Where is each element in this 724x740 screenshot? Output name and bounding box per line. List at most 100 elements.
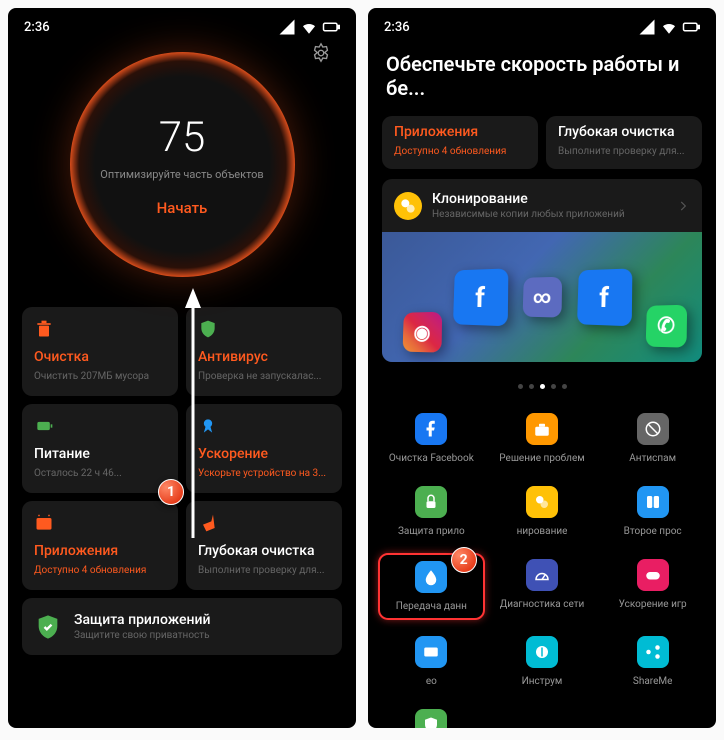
dot (551, 384, 556, 389)
tool-screw[interactable]: Инструм (489, 630, 596, 693)
tool-label: ShareMe (633, 676, 673, 687)
card-subtitle: Выполните проверку для... (198, 565, 330, 576)
clone-icon (526, 486, 558, 518)
card-title: Питание (34, 446, 166, 462)
game-icon (637, 559, 669, 591)
dial-icon (526, 559, 558, 591)
toolbox-icon (526, 413, 558, 445)
card-battery[interactable]: Питание Осталось 22 ч 46... 1 (22, 404, 178, 493)
tool-clone[interactable]: нирование (489, 480, 596, 543)
card-title: Приложения (394, 124, 526, 140)
score-message: Оптимизируйте часть объектов (100, 168, 263, 181)
tool-label: Очистка Facebook (389, 453, 474, 464)
tool-label: ео (426, 676, 437, 687)
score-action-button[interactable]: Начать (157, 199, 208, 217)
card-title: Очистка (34, 349, 166, 365)
top-cards: Приложения Доступно 4 обновления Глубока… (368, 116, 716, 169)
card-title: Глубокая очистка (558, 124, 690, 140)
card-cleanup[interactable]: Очистка Очистить 207МБ мусора (22, 307, 178, 396)
card-subtitle: Доступно 4 обновления (34, 565, 166, 576)
promo-visual: ◉ f ∞ f ✆ (382, 232, 702, 362)
promo-sub: Независимые копии любых приложений (432, 209, 666, 220)
tool-game[interactable]: Ускорение игр (599, 553, 706, 620)
shield-check-icon (34, 613, 62, 641)
instagram-icon: ◉ (403, 312, 443, 353)
privacy-icon (415, 709, 447, 728)
card-subtitle: Очистить 207МБ мусора (34, 371, 166, 382)
score-circle[interactable]: 75 Оптимизируйте часть объектов Начать (70, 52, 295, 277)
card-boost[interactable]: Ускорение Ускорьте устройство на 3... (186, 404, 342, 493)
tool-label: нирование (517, 526, 568, 537)
gear-icon (310, 42, 332, 64)
wifi-icon (660, 18, 678, 36)
promo-title: Клонирование (432, 191, 666, 207)
facebook-icon: f (577, 268, 632, 326)
step-badge-2: 2 (451, 547, 477, 573)
trash-icon (34, 319, 54, 339)
card-deep-clean[interactable]: Глубокая очистка Выполните проверку для.… (546, 116, 702, 169)
tool-block[interactable]: Антиспам (599, 407, 706, 470)
banner-sub: Защитите свою приватность (74, 630, 330, 641)
tool-label: Второе прос (624, 526, 682, 537)
link-icon: ∞ (523, 277, 563, 318)
signal-icon (638, 18, 656, 36)
tool-toolbox[interactable]: Решение проблем (489, 407, 596, 470)
battery-icon (34, 416, 54, 436)
status-icons (278, 18, 340, 36)
card-apps[interactable]: Приложения Доступно 4 обновления (382, 116, 538, 169)
card-title: Приложения (34, 543, 166, 559)
tool-label: Ускорение игр (619, 599, 687, 610)
tool-dial[interactable]: Диагностика сети (489, 553, 596, 620)
card-apps[interactable]: Приложения Доступно 4 обновления (22, 501, 178, 590)
screw-icon (526, 636, 558, 668)
status-bar: 2:36 (368, 8, 716, 42)
tool-privacy[interactable]: Конфиден (378, 703, 485, 728)
status-bar: 2:36 (8, 8, 356, 42)
dot (529, 384, 534, 389)
battery-icon (682, 18, 700, 36)
tool-lock[interactable]: Защита прило (378, 480, 485, 543)
chevron-right-icon (676, 199, 690, 213)
tools-grid: Очистка Facebook Решение проблем Антиспа… (368, 407, 716, 728)
whatsapp-icon: ✆ (646, 305, 688, 348)
space-icon (637, 486, 669, 518)
lock-icon (415, 486, 447, 518)
clock: 2:36 (24, 20, 50, 35)
facebook-icon: f (453, 268, 508, 326)
tool-fb[interactable]: Очистка Facebook (378, 407, 485, 470)
apps-icon (34, 513, 54, 533)
dot-active (540, 384, 545, 389)
tool-label: Защита прило (398, 526, 465, 537)
tool-label: Передача данн (396, 601, 467, 612)
status-icons (638, 18, 700, 36)
card-antivirus[interactable]: Антивирус Проверка не запускалас... (186, 307, 342, 396)
dot (518, 384, 523, 389)
score-area: 75 Оптимизируйте часть объектов Начать (8, 42, 356, 307)
tool-label: Диагностика сети (500, 599, 585, 610)
tool-label: Решение проблем (499, 453, 584, 464)
tool-space[interactable]: Второе прос (599, 480, 706, 543)
card-subtitle: Доступно 4 обновления (394, 146, 526, 157)
card-deep-clean[interactable]: Глубокая очистка Выполните проверку для.… (186, 501, 342, 590)
clone-promo[interactable]: Клонирование Независимые копии любых при… (382, 179, 702, 362)
settings-button[interactable] (310, 42, 332, 68)
tool-label: Инструм (522, 676, 563, 687)
page-title: Обеспечьте скорость работы и бе... (368, 42, 716, 116)
score-value: 75 (159, 113, 206, 162)
tool-share[interactable]: ShareMe (599, 630, 706, 693)
fb-icon (415, 413, 447, 445)
dot (562, 384, 567, 389)
card-subtitle: Осталось 22 ч 46... (34, 468, 166, 479)
protect-banner[interactable]: Защита приложений Защитите свою приватно… (22, 598, 342, 655)
pagination-dots[interactable] (368, 372, 716, 407)
tool-video[interactable]: ео (378, 630, 485, 693)
card-subtitle: Проверка не запускалас... (198, 371, 330, 382)
drop-icon (415, 561, 447, 593)
card-subtitle: Выполните проверку для... (558, 146, 690, 157)
tool-drop[interactable]: Передача данн 2 (378, 553, 485, 620)
instruction-arrow (183, 288, 203, 542)
wifi-icon (300, 18, 318, 36)
card-title: Глубокая очистка (198, 543, 330, 559)
clock: 2:36 (384, 20, 410, 35)
cards-grid: Очистка Очистить 207МБ мусора Антивирус … (8, 307, 356, 655)
